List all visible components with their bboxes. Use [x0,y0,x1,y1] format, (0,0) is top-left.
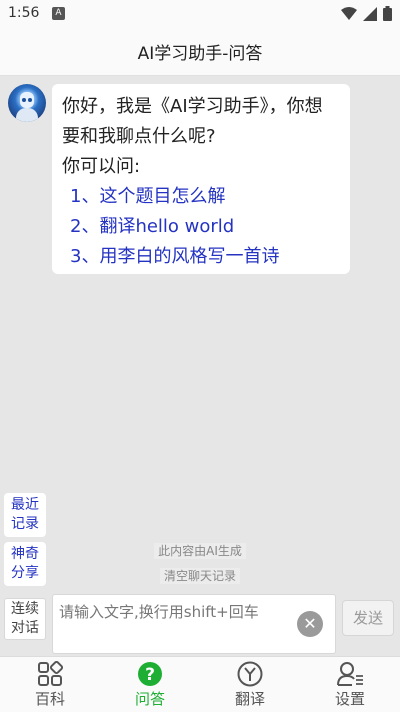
tab-shezhi[interactable]: 设置 [300,657,400,712]
message-line: 要和我聊点什么呢? [62,126,216,147]
tab-label: 百科 [34,690,65,708]
input-bar: 连续 对话 ✕ 发送 [0,590,400,656]
tab-wenda[interactable]: ? 问答 [100,657,200,712]
assistant-message-bubble: 你好，我是《AI学习助手》，你想 要和我聊点什么呢? 你可以问: 1、这个题目怎… [52,84,350,274]
recent-records-label: 最近 [11,497,39,513]
continuous-dialog-label: 连续 [11,601,39,617]
message-input[interactable] [53,595,335,653]
robot-body [16,108,38,122]
robot-eye-icon [28,98,32,102]
wifi-icon [341,6,357,20]
message-input-box[interactable]: ✕ [52,594,336,654]
clear-history-text[interactable]: 清空聊天记录 [159,568,240,584]
recent-records-label: 记录 [11,516,39,532]
question-icon: ? [138,662,162,686]
message-line: 你可以问: [62,156,141,177]
tab-label: 设置 [334,690,365,708]
continuous-dialog-button[interactable]: 连续 对话 [4,598,46,640]
translate-icon [237,661,263,687]
ai-generated-text: 此内容由AI生成 [154,543,246,559]
tab-label: 问答 [134,690,165,708]
clear-input-icon[interactable]: ✕ [297,611,323,637]
robot-eye-icon [22,98,26,102]
system-icons [341,6,392,21]
battery-icon [383,6,392,21]
svg-text:?: ? [145,665,155,685]
suggestion-link[interactable]: 3、用李白的风格写一首诗 [62,242,340,272]
grid-icon [38,661,63,686]
clear-history-link[interactable]: 清空聊天记录 [0,567,400,584]
user-settings-icon [337,662,363,686]
status-time: 1:56 [8,5,40,21]
suggestion-link[interactable]: 1、这个题目怎么解 [62,182,340,212]
notification-icon: A [52,7,65,20]
ai-generated-notice: 此内容由AI生成 [0,542,400,559]
suggestion-link[interactable]: 2、翻译hello world [62,212,340,242]
tab-fanyi[interactable]: 翻译 [200,657,300,712]
recent-records-button[interactable]: 最近 记录 [4,493,46,537]
signal-icon [363,6,377,21]
status-bar: 1:56 A [0,0,400,28]
continuous-dialog-label: 对话 [11,620,39,636]
app-header: AI学习助手-问答 [0,28,400,76]
bottom-tab-bar: 百科 ? 问答 翻译 设置 [0,656,400,712]
robot-avatar [8,84,46,122]
page-title: AI学习助手-问答 [137,44,263,64]
tab-baike[interactable]: 百科 [0,657,100,712]
message-line: 你好，我是《AI学习助手》，你想 [62,96,323,117]
send-button[interactable]: 发送 [342,600,394,636]
tab-label: 翻译 [234,690,265,708]
